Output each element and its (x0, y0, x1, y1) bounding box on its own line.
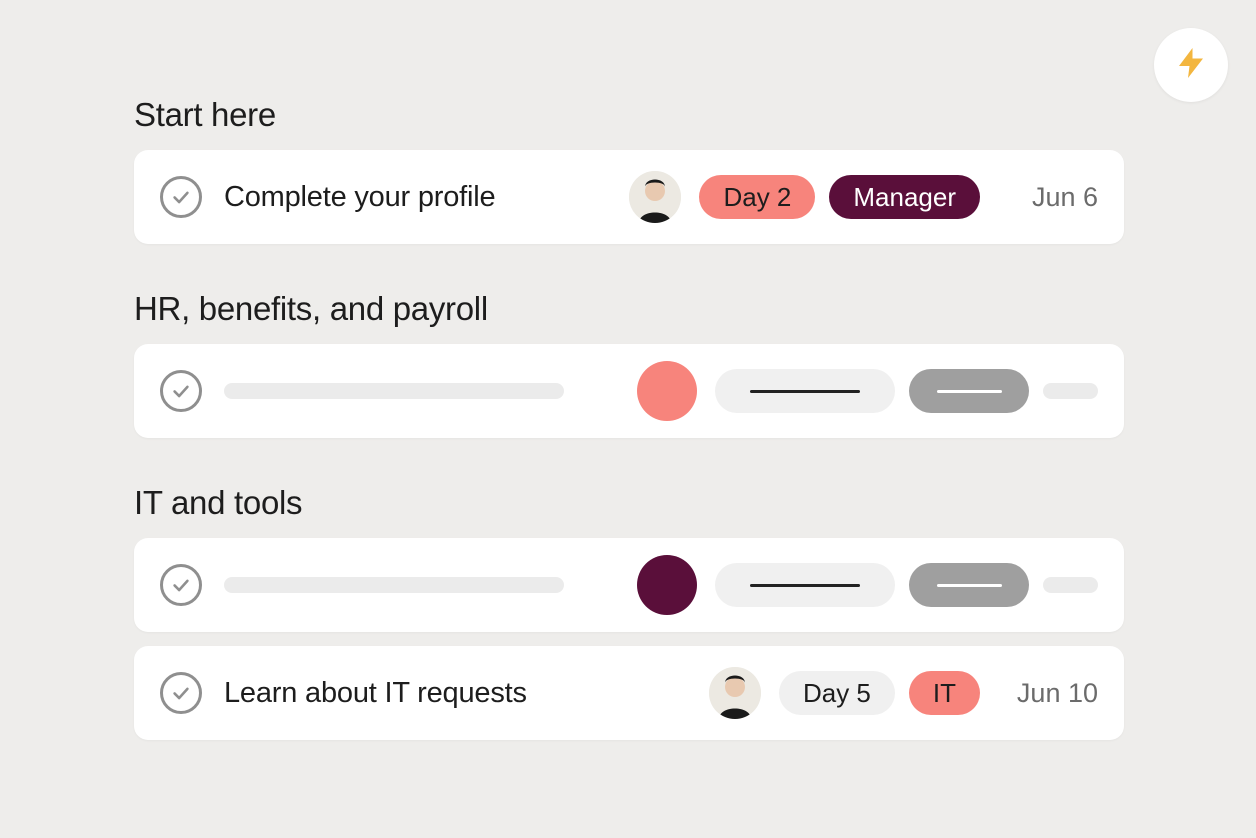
date-placeholder (1043, 383, 1098, 399)
tag-placeholder (715, 563, 895, 607)
task-list: Start here Complete your profile Day 2 M… (134, 96, 1124, 740)
complete-checkbox[interactable] (160, 564, 202, 606)
section-title: HR, benefits, and payroll (134, 290, 1124, 328)
tag-category[interactable]: IT (909, 671, 980, 715)
lightning-icon (1173, 45, 1209, 86)
check-icon (170, 682, 192, 704)
date-placeholder (1043, 577, 1098, 593)
tag-day[interactable]: Day 5 (779, 671, 895, 715)
complete-checkbox[interactable] (160, 672, 202, 714)
section-hr-benefits-payroll: HR, benefits, and payroll (134, 290, 1124, 438)
task-row-placeholder[interactable] (134, 538, 1124, 632)
tag-placeholder (909, 563, 1029, 607)
lightning-fab[interactable] (1154, 28, 1228, 102)
section-title: IT and tools (134, 484, 1124, 522)
task-title: Complete your profile (224, 181, 629, 214)
complete-checkbox[interactable] (160, 370, 202, 412)
task-row-placeholder[interactable] (134, 344, 1124, 438)
tag-placeholder (715, 369, 895, 413)
task-title: Learn about IT requests (224, 677, 709, 710)
section-it-tools: IT and tools Learn about IT requests (134, 484, 1124, 740)
tag-role[interactable]: Manager (829, 175, 980, 219)
color-dot (637, 555, 697, 615)
task-row[interactable]: Learn about IT requests Day 5 IT Jun 10 (134, 646, 1124, 740)
title-placeholder (224, 577, 564, 593)
check-icon (170, 574, 192, 596)
tag-placeholder (909, 369, 1029, 413)
task-date: Jun 6 (1008, 182, 1098, 213)
check-icon (170, 380, 192, 402)
section-title: Start here (134, 96, 1124, 134)
check-icon (170, 186, 192, 208)
task-row[interactable]: Complete your profile Day 2 Manager Jun … (134, 150, 1124, 244)
title-placeholder (224, 383, 564, 399)
tag-day[interactable]: Day 2 (699, 175, 815, 219)
task-date: Jun 10 (1008, 678, 1098, 709)
complete-checkbox[interactable] (160, 176, 202, 218)
assignee-avatar[interactable] (629, 171, 681, 223)
section-start-here: Start here Complete your profile Day 2 M… (134, 96, 1124, 244)
color-dot (637, 361, 697, 421)
assignee-avatar[interactable] (709, 667, 761, 719)
